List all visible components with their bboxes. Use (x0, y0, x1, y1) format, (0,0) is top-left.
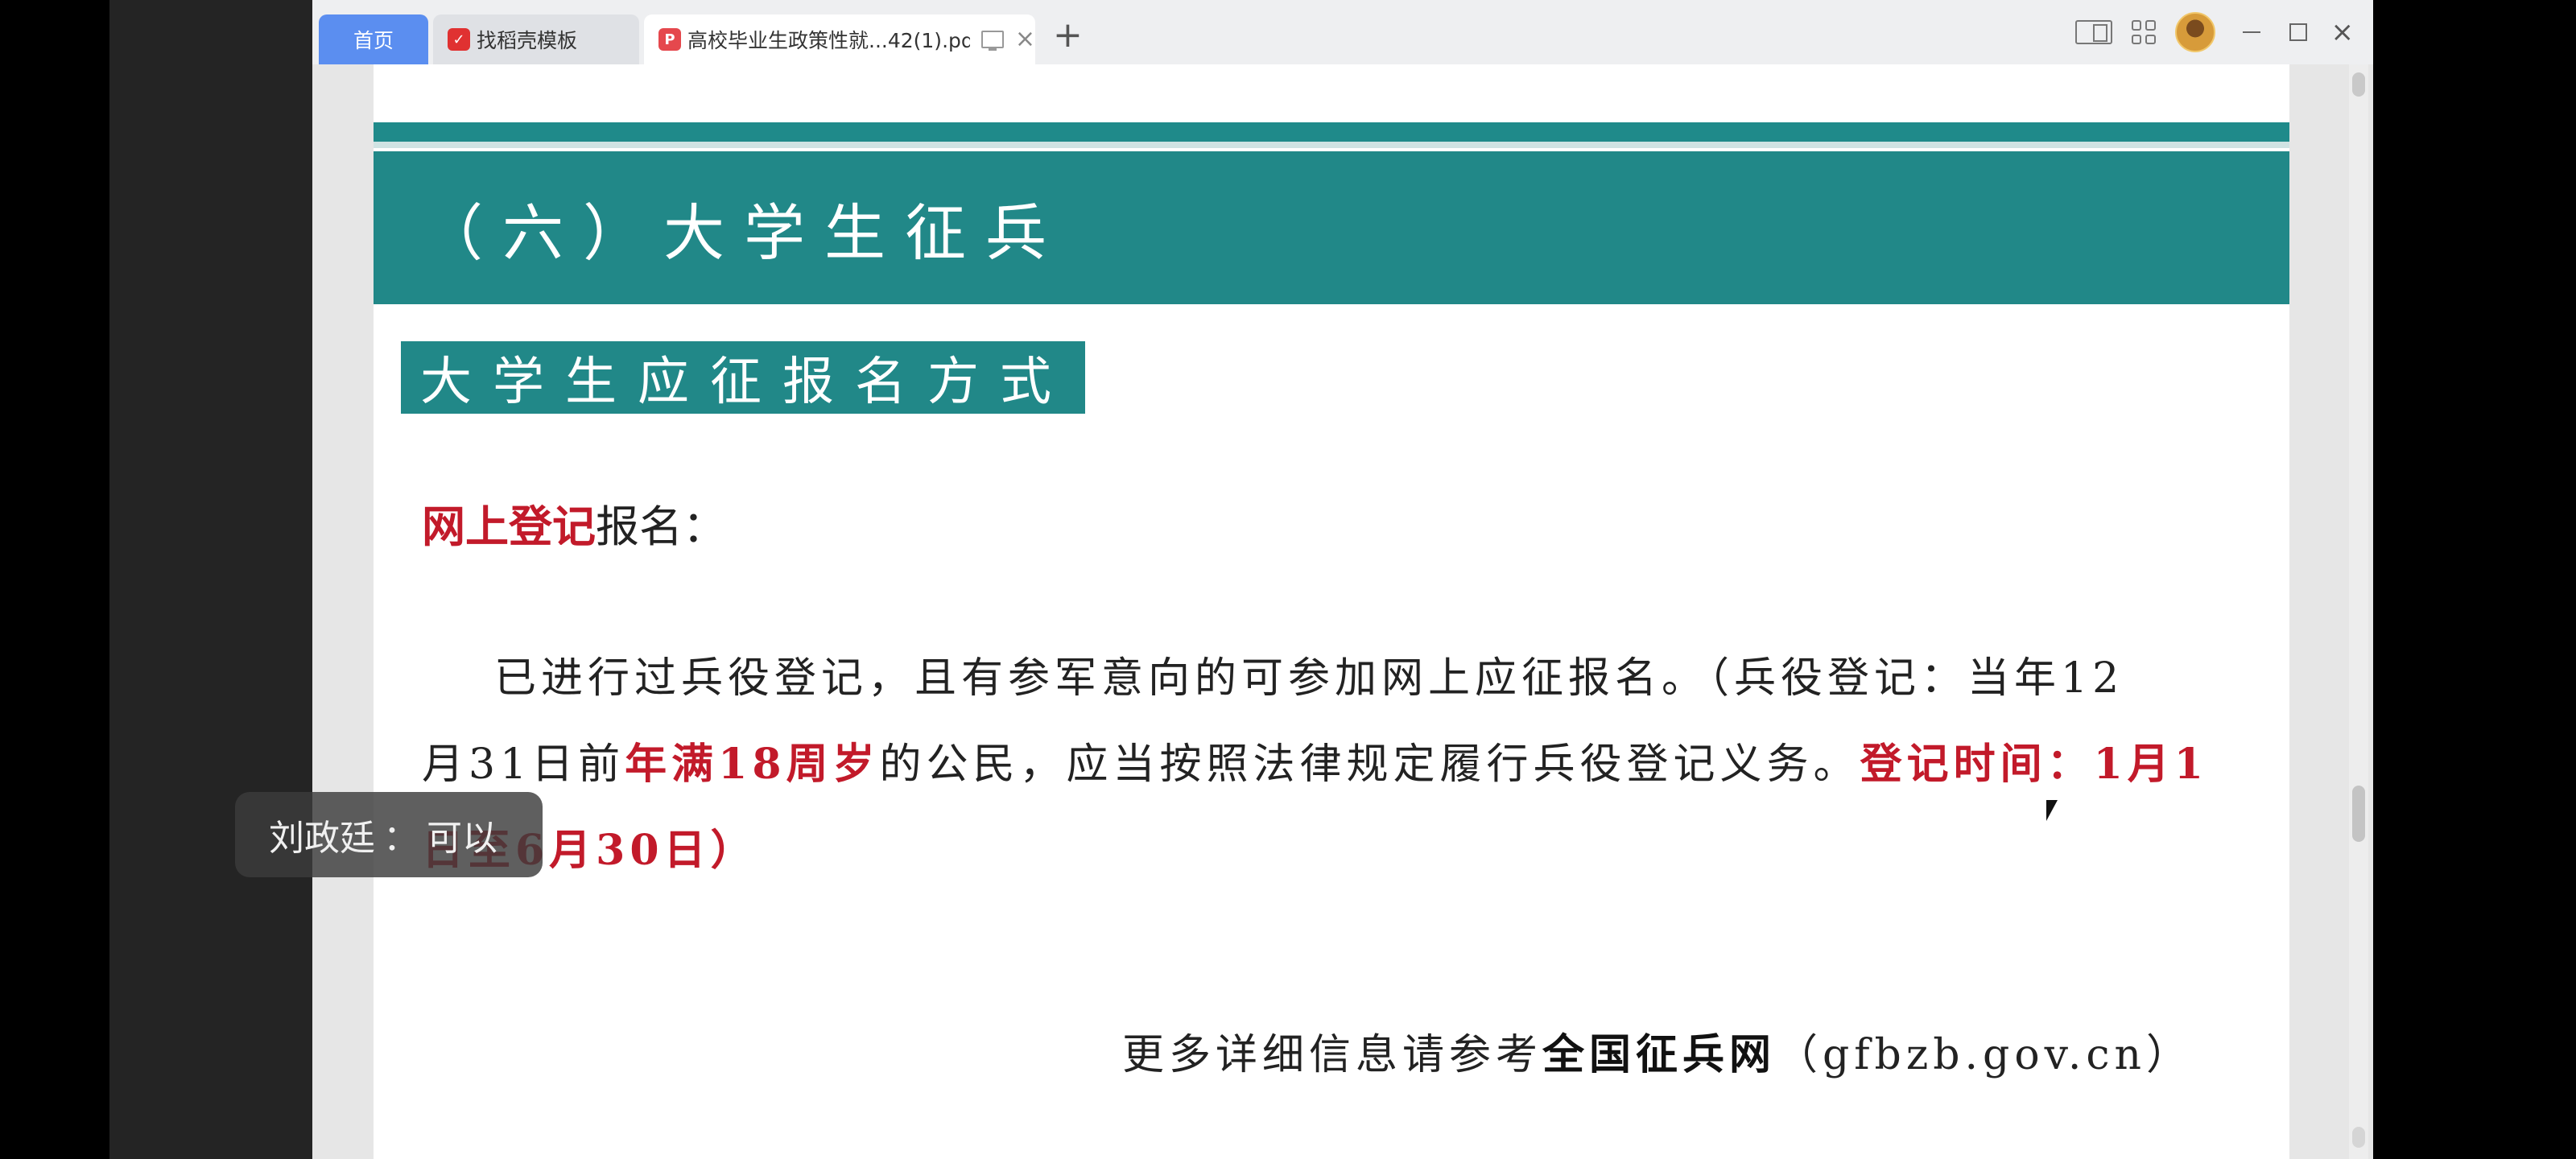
mouse-cursor-icon (2046, 800, 2058, 821)
chat-message: 刘政廷：可以 (235, 809, 497, 860)
layout-toggle-icon[interactable] (2074, 20, 2112, 44)
pdf-icon: P (658, 28, 681, 51)
subheading: 大学生应征报名方式 (420, 353, 1072, 412)
tab-pdf-document[interactable]: P 高校毕业生政策性就...42(1).pdf × (644, 14, 1035, 64)
window-controls: × (2056, 0, 2374, 64)
avatar[interactable] (2174, 12, 2215, 52)
more-info-url: （gfbzb.gov.cn） (1776, 1031, 2193, 1079)
close-tab-icon[interactable]: × (1015, 27, 1035, 52)
registration-heading: 网上登记报名： (422, 491, 726, 555)
tab-home[interactable]: 首页 (319, 14, 428, 64)
paragraph-line-2: 月31日前年满18周岁的公民，应当按照法律规定履行兵役登记义务。登记时间：1月1 (422, 730, 2208, 790)
wps-pdf-reader-window: 首页 ✓ 找稻壳模板 P 高校毕业生政策性就...42(1).pdf × + × (312, 0, 2373, 1159)
scrollbar-thumb[interactable] (2352, 786, 2365, 842)
para-line2-red2: 登记时间：1月1 (1860, 740, 2208, 789)
tab-home-label: 首页 (353, 29, 394, 52)
letterbox-right (2373, 0, 2576, 1159)
decorative-stripe-light (374, 142, 2289, 148)
para-line2-red: 年满18周岁 (625, 740, 880, 789)
section-title: （六）大学生征兵 (422, 197, 1066, 269)
app-grid-icon[interactable] (2131, 20, 2156, 44)
decorative-stripe (374, 122, 2289, 142)
registration-label-red: 网上登记 (422, 501, 596, 552)
subheading-box: 大学生应征报名方式 (401, 341, 1085, 414)
chat-text: 可以 (427, 818, 497, 859)
tab-templates-label: 找稻壳模板 (477, 29, 578, 52)
chat-sender: 刘政廷 (269, 818, 375, 859)
paragraph-line-1: 已进行过兵役登记，且有参军意向的可参加网上应征报名。（兵役登记：当年12 (494, 644, 2124, 704)
para-line3-end: ） (710, 826, 758, 875)
section-banner: （六）大学生征兵 (374, 151, 2289, 304)
more-info-prefix: 更多详细信息请参考 (1121, 1031, 1542, 1079)
minimize-icon[interactable] (2242, 31, 2260, 33)
window-close-icon[interactable]: × (2331, 19, 2355, 46)
letterbox-left (0, 0, 109, 1159)
scroll-up-arrow[interactable] (2352, 72, 2365, 97)
para-line2-b: 的公民，应当按照法律规定履行兵役登记义务。 (879, 740, 1860, 789)
tab-templates[interactable]: ✓ 找稻壳模板 (433, 14, 639, 64)
maximize-icon[interactable] (2289, 23, 2307, 41)
tab-pdf-label: 高校毕业生政策性就...42(1).pdf (687, 29, 970, 52)
vertical-scrollbar[interactable] (2349, 64, 2368, 1159)
pdf-page: （六）大学生征兵 大学生应征报名方式 网上登记报名： 已进行过兵役登记，且有参军… (374, 64, 2289, 1159)
monitor-icon[interactable] (980, 31, 1004, 51)
para-line2-a: 月31日前 (422, 740, 625, 789)
registration-label-rest: 报名： (596, 501, 726, 552)
tab-bar: 首页 ✓ 找稻壳模板 P 高校毕业生政策性就...42(1).pdf × + × (312, 0, 2373, 64)
new-tab-plus-icon[interactable]: + (1053, 18, 1083, 53)
daoke-logo-icon: ✓ (448, 28, 470, 51)
scroll-down-arrow[interactable] (2352, 1127, 2365, 1148)
chat-separator: ： (383, 818, 419, 859)
more-info-line: 更多详细信息请参考全国征兵网（gfbzb.gov.cn） (1122, 1021, 2193, 1081)
screen-margin-left (109, 0, 312, 1159)
more-info-site-name: 全国征兵网 (1542, 1030, 1777, 1079)
para-line1-text: 已进行过兵役登记，且有参军意向的可参加网上应征报名。（兵役登记：当年12 (494, 654, 2124, 703)
document-viewport[interactable]: （六）大学生征兵 大学生应征报名方式 网上登记报名： 已进行过兵役登记，且有参军… (312, 64, 2373, 1159)
chat-message-overlay: 刘政廷：可以 (235, 792, 543, 877)
